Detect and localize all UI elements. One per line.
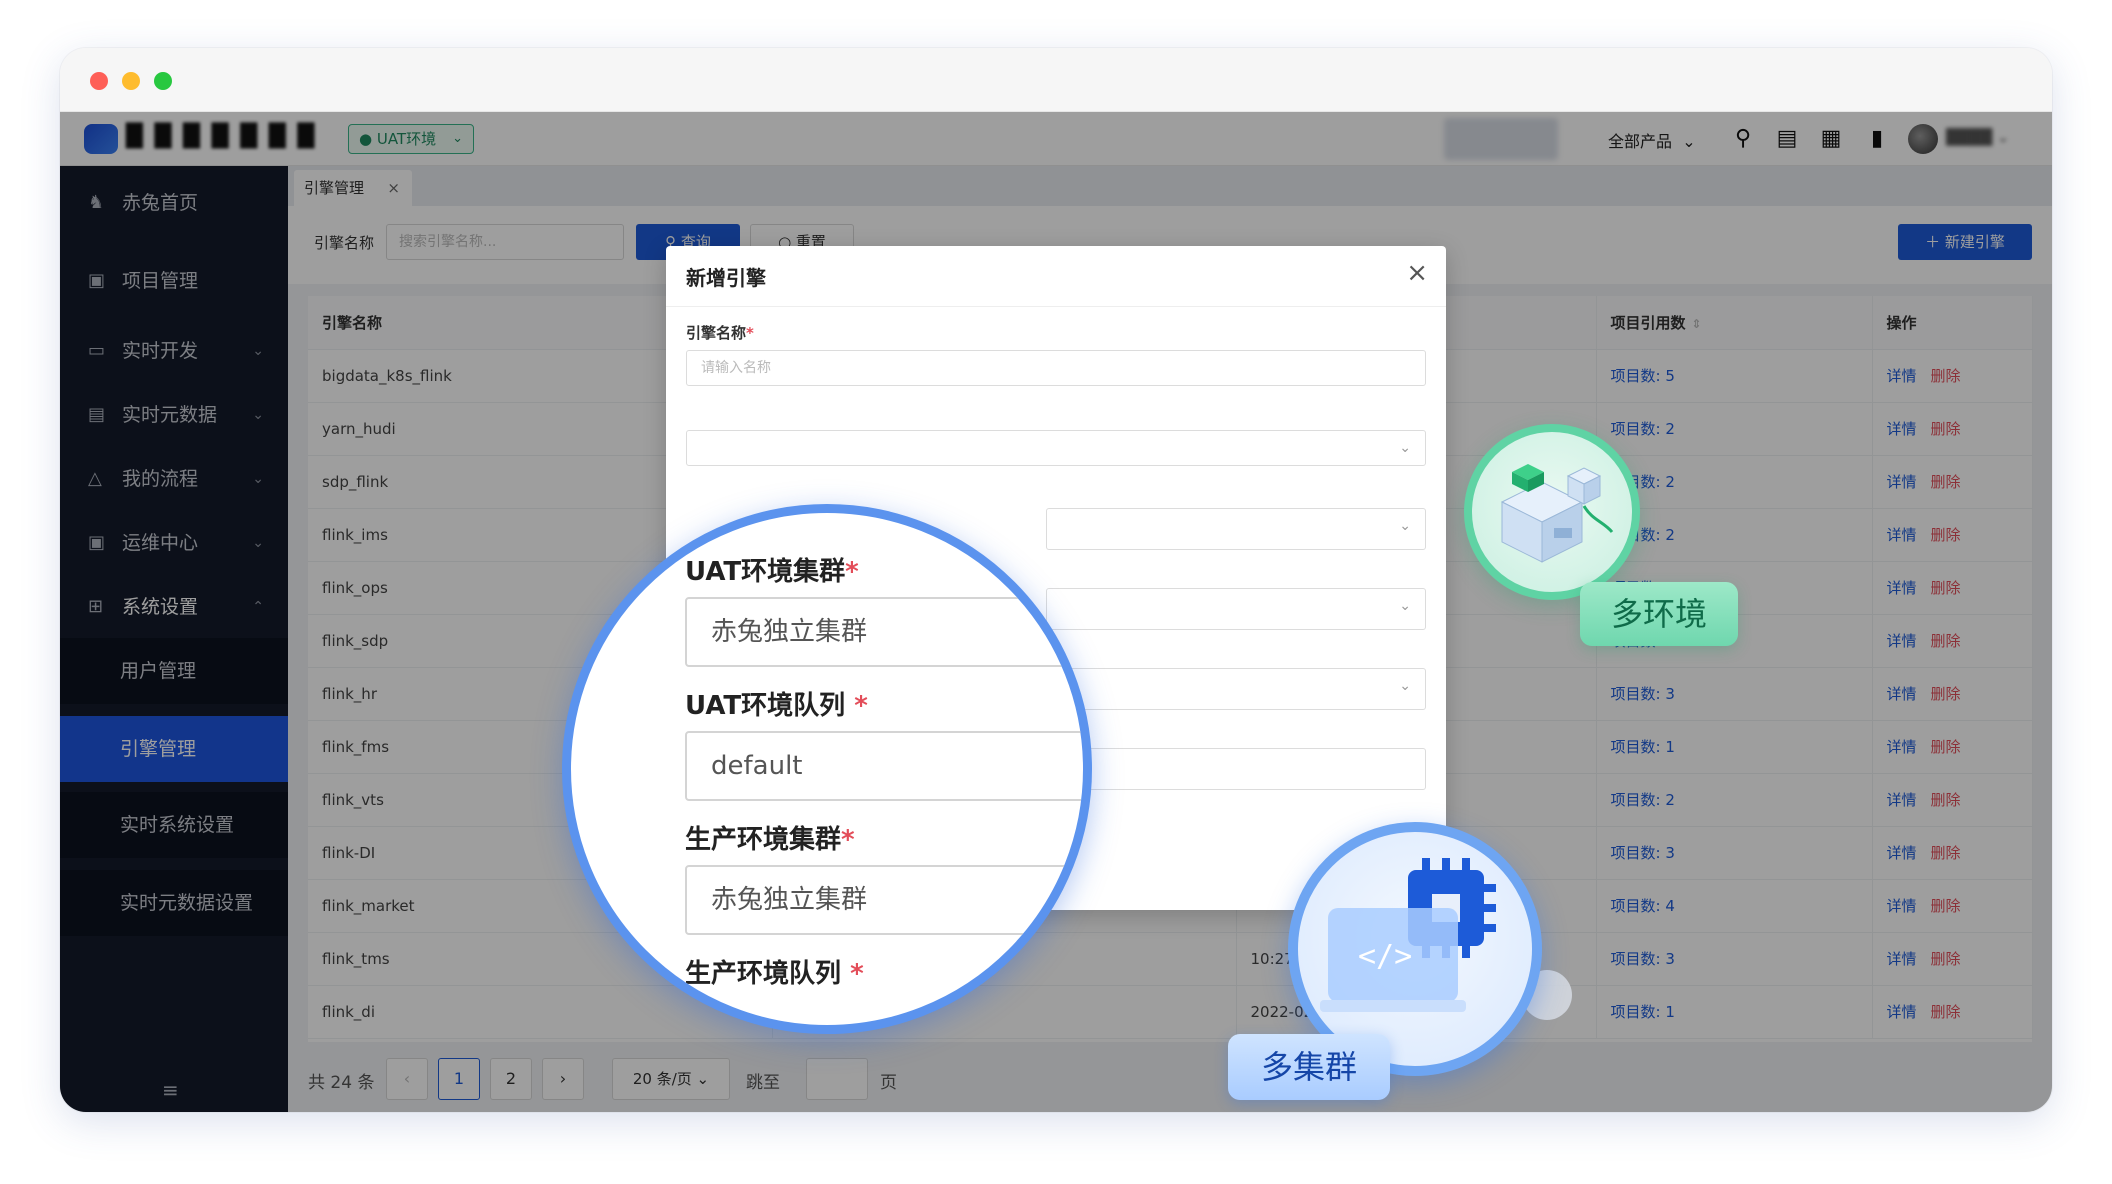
required-mark: * [845,557,859,587]
close-icon[interactable]: × [1406,258,1428,288]
magnifier-callout: UAT环境集群* 赤兔独立集群 UAT环境队列 * default 生产环境集群… [562,504,1092,1034]
uat-cluster-select-bg[interactable]: ⌄ [1046,508,1426,550]
minimize-window-dot[interactable] [122,72,140,90]
uat-cluster-label: UAT环境集群* [685,551,859,588]
uat-queue-select-bg[interactable]: ⌄ [1046,588,1426,630]
modal-divider [666,306,1446,307]
uat-queue-field[interactable]: default [685,731,1083,801]
uat-cluster-label-text: UAT环境集群 [685,557,846,587]
prod-cluster-select-bg[interactable]: ⌄ [1046,668,1426,710]
multi-env-badge [1464,424,1640,600]
svg-text:</>: </> [1358,939,1412,974]
prod-cluster-label-text: 生产环境集群 [685,825,842,855]
prod-queue-select-bg[interactable] [1046,748,1426,790]
chevron-down-icon: ⌄ [1399,598,1411,614]
prod-cluster-label: 生产环境集群* [685,819,855,856]
required-mark: * [841,959,864,989]
engine-name-input[interactable]: 请输入名称 [686,350,1426,386]
engine-name-label-text: 引擎名称 [686,324,747,342]
prod-cluster-field[interactable]: 赤兔独立集群 [685,865,1083,935]
chevron-down-icon: ⌄ [1399,678,1411,694]
required-mark: * [841,825,855,855]
required-mark: * [845,691,868,721]
modal-title: 新增引擎 [686,266,766,290]
app-window: █ █ █ █ █ █ █ ● UAT环境 ⌄ 全部产品 ⌄ ⚲ ▤ ▦ ▮ ██… [60,48,2052,1112]
close-window-dot[interactable] [90,72,108,90]
uat-queue-label-text: UAT环境队列 [685,691,846,721]
prod-queue-label-text: 生产环境队列 [685,959,842,989]
chip-code-icon: </> [1320,858,1496,1012]
maximize-window-dot[interactable] [154,72,172,90]
uat-queue-label: UAT环境队列 * [685,685,868,722]
uat-cluster-select[interactable]: ⌄ [686,430,1426,466]
chevron-down-icon: ⌄ [1399,518,1411,534]
app-root: █ █ █ █ █ █ █ ● UAT环境 ⌄ 全部产品 ⌄ ⚲ ▤ ▦ ▮ ██… [60,112,2052,1112]
prod-queue-label: 生产环境队列 * [685,953,864,990]
window-titlebar [60,48,2052,112]
multi-env-tag: 多环境 [1580,582,1738,646]
server-isometric-icon [1500,464,1614,563]
required-mark: * [746,324,754,342]
engine-name-label: 引擎名称* [686,322,754,343]
multi-cluster-tag: 多集群 [1228,1034,1390,1100]
chevron-down-icon: ⌄ [1399,440,1411,456]
uat-cluster-field[interactable]: 赤兔独立集群 [685,597,1083,667]
